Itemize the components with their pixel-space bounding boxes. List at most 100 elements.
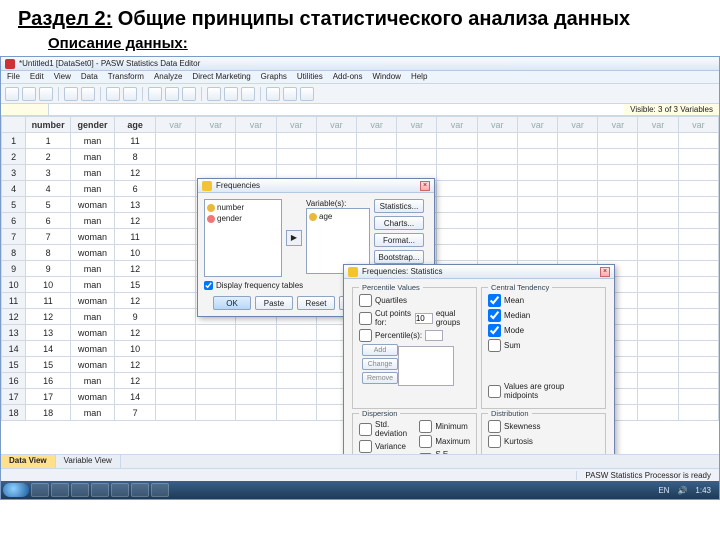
empty-cell[interactable]	[517, 245, 557, 261]
taskbar-app-icon[interactable]	[31, 483, 49, 497]
row-header[interactable]: 17	[2, 389, 26, 405]
empty-cell[interactable]	[316, 149, 356, 165]
tool-weight-icon[interactable]	[207, 87, 221, 101]
empty-cell[interactable]	[437, 229, 477, 245]
remove-button[interactable]: Remove	[362, 372, 398, 384]
empty-cell[interactable]	[638, 293, 678, 309]
cell-number[interactable]: 16	[26, 373, 71, 389]
col-var[interactable]: var	[598, 117, 638, 133]
cell-age[interactable]: 7	[115, 405, 156, 421]
empty-cell[interactable]	[156, 213, 196, 229]
menu-transform[interactable]: Transform	[108, 72, 144, 82]
empty-cell[interactable]	[517, 229, 557, 245]
empty-cell[interactable]	[477, 181, 517, 197]
cutpoints-checkbox[interactable]: Cut points for:equal groups	[359, 309, 470, 327]
empty-cell[interactable]	[558, 197, 598, 213]
row-header[interactable]: 11	[2, 293, 26, 309]
col-var[interactable]: var	[437, 117, 477, 133]
empty-cell[interactable]	[196, 133, 236, 149]
empty-cell[interactable]	[558, 133, 598, 149]
empty-cell[interactable]	[517, 213, 557, 229]
statistics-button[interactable]: Statistics...	[374, 199, 424, 213]
menu-data[interactable]: Data	[81, 72, 98, 82]
cell-age[interactable]: 12	[115, 293, 156, 309]
empty-cell[interactable]	[517, 149, 557, 165]
empty-cell[interactable]	[678, 229, 718, 245]
empty-cell[interactable]	[477, 229, 517, 245]
empty-cell[interactable]	[236, 341, 276, 357]
col-var[interactable]: var	[638, 117, 678, 133]
cell-age[interactable]: 11	[115, 133, 156, 149]
empty-cell[interactable]	[156, 357, 196, 373]
taskbar-app-icon[interactable]	[131, 483, 149, 497]
cell-number[interactable]: 11	[26, 293, 71, 309]
cell-age[interactable]: 12	[115, 165, 156, 181]
dialog-titlebar[interactable]: Frequencies ×	[198, 179, 434, 193]
empty-cell[interactable]	[437, 133, 477, 149]
menu-graphs[interactable]: Graphs	[261, 72, 287, 82]
menu-help[interactable]: Help	[411, 72, 427, 82]
empty-cell[interactable]	[437, 197, 477, 213]
view-tabs[interactable]: Data View Variable View	[1, 454, 719, 468]
empty-cell[interactable]	[558, 181, 598, 197]
empty-cell[interactable]	[437, 149, 477, 165]
tool-insert-case-icon[interactable]	[148, 87, 162, 101]
empty-cell[interactable]	[598, 197, 638, 213]
table-row[interactable]: 22man8	[2, 149, 719, 165]
col-var[interactable]: var	[316, 117, 356, 133]
row-header[interactable]: 6	[2, 213, 26, 229]
empty-cell[interactable]	[517, 181, 557, 197]
empty-cell[interactable]	[558, 229, 598, 245]
empty-cell[interactable]	[357, 149, 397, 165]
tool-goto-icon[interactable]	[123, 87, 137, 101]
cell-gender[interactable]: man	[70, 309, 114, 325]
empty-cell[interactable]	[156, 309, 196, 325]
col-var[interactable]: var	[236, 117, 276, 133]
cell-gender[interactable]: man	[70, 213, 114, 229]
empty-cell[interactable]	[678, 197, 718, 213]
taskbar-app-icon[interactable]	[151, 483, 169, 497]
menu-utilities[interactable]: Utilities	[297, 72, 323, 82]
empty-cell[interactable]	[437, 165, 477, 181]
cell-gender[interactable]: woman	[70, 197, 114, 213]
menu-edit[interactable]: Edit	[30, 72, 44, 82]
cell-age[interactable]: 8	[115, 149, 156, 165]
menu-file[interactable]: File	[7, 72, 20, 82]
tool-insert-var-icon[interactable]	[165, 87, 179, 101]
cell-number[interactable]: 3	[26, 165, 71, 181]
cell-gender[interactable]: man	[70, 165, 114, 181]
col-var[interactable]: var	[477, 117, 517, 133]
empty-cell[interactable]	[397, 149, 437, 165]
cell-number[interactable]: 12	[26, 309, 71, 325]
tray-sound-icon[interactable]: 🔊	[677, 486, 687, 495]
empty-cell[interactable]	[558, 165, 598, 181]
empty-cell[interactable]	[678, 293, 718, 309]
empty-cell[interactable]	[437, 181, 477, 197]
min-checkbox[interactable]: Minimum	[419, 420, 470, 433]
mode-checkbox[interactable]: Mode	[488, 324, 599, 337]
empty-cell[interactable]	[678, 325, 718, 341]
empty-cell[interactable]	[437, 213, 477, 229]
empty-cell[interactable]	[196, 341, 236, 357]
empty-cell[interactable]	[678, 405, 718, 421]
cell-gender[interactable]: woman	[70, 341, 114, 357]
paste-button[interactable]: Paste	[255, 296, 293, 310]
tool-chart-icon[interactable]	[266, 87, 280, 101]
cell-age[interactable]: 6	[115, 181, 156, 197]
cell-number[interactable]: 5	[26, 197, 71, 213]
tool-redo-icon[interactable]	[81, 87, 95, 101]
cell-age[interactable]: 10	[115, 341, 156, 357]
tool-select-icon[interactable]	[224, 87, 238, 101]
empty-cell[interactable]	[156, 261, 196, 277]
cell-age[interactable]: 11	[115, 229, 156, 245]
empty-cell[interactable]	[477, 213, 517, 229]
percentile-input[interactable]	[425, 330, 443, 341]
empty-cell[interactable]	[638, 277, 678, 293]
empty-cell[interactable]	[357, 133, 397, 149]
menubar[interactable]: File Edit View Data Transform Analyze Di…	[1, 71, 719, 84]
sum-checkbox[interactable]: Sum	[488, 339, 599, 352]
cell-gender[interactable]: woman	[70, 357, 114, 373]
cell-gender[interactable]: man	[70, 405, 114, 421]
row-header[interactable]: 8	[2, 245, 26, 261]
close-icon[interactable]: ×	[420, 181, 430, 191]
